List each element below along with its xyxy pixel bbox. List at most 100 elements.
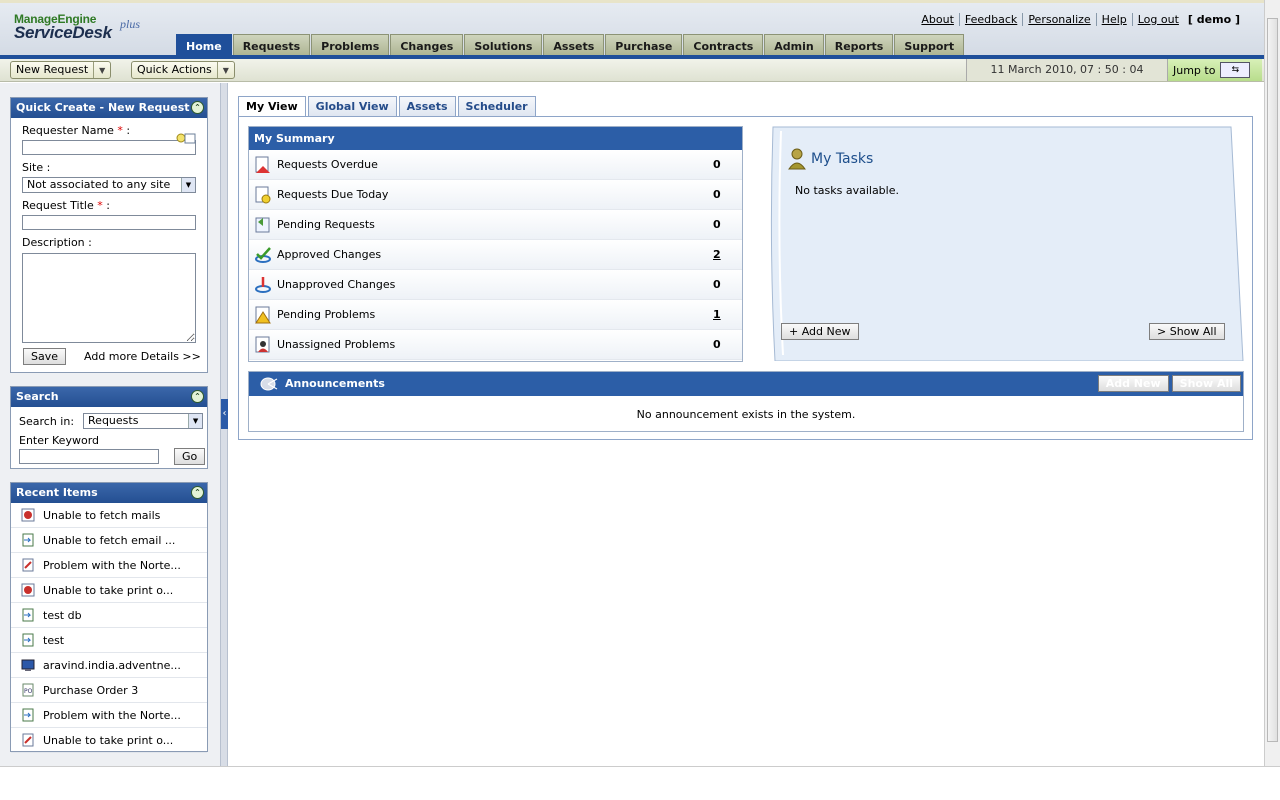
summary-row: Requests Overdue 0 [249, 150, 742, 180]
page: ManageEngine ServiceDesk plus About Feed… [0, 0, 1280, 800]
summary-row-label: Pending Requests [277, 218, 375, 231]
summary-row: Approved Changes 2 [249, 240, 742, 270]
logout-link[interactable]: Log out [1133, 13, 1184, 26]
feedback-link[interactable]: Feedback [960, 13, 1024, 26]
requester-name-input[interactable] [22, 140, 196, 155]
new-request-button[interactable]: New Request ▼ [10, 61, 112, 79]
save-button[interactable]: Save [23, 348, 67, 365]
my-tasks-panel: My Tasks No tasks available. + Add New >… [767, 125, 1245, 361]
site-select[interactable]: Not associated to any site ▼ [22, 177, 196, 193]
search-in-value: Requests [88, 414, 139, 427]
announcements-panel: Announcements Add New Show All No announ… [248, 371, 1244, 432]
summary-row-count[interactable]: 1 [713, 308, 721, 321]
change-icon [21, 733, 35, 747]
collapse-icon[interactable]: ⌃ [191, 486, 204, 499]
description-textarea[interactable] [22, 253, 196, 343]
keyword-row: Go [19, 448, 207, 465]
about-link[interactable]: About [916, 13, 960, 26]
summary-row-label: Requests Overdue [277, 158, 378, 171]
search-header: Search ⌃ [11, 387, 207, 407]
summary-row: Unassigned Problems 0 [249, 330, 742, 360]
summary-row-count: 0 [713, 188, 721, 201]
collapse-icon[interactable]: ⌃ [191, 101, 204, 114]
recent-item-label: Unable to take print o... [43, 733, 174, 747]
status-bar [0, 766, 1280, 800]
tasks-empty-message: No tasks available. [795, 184, 899, 197]
help-link[interactable]: Help [1097, 13, 1133, 26]
recent-item[interactable]: Unable to take print o... [11, 578, 207, 603]
summary-row-count: 0 [713, 158, 721, 171]
recent-item[interactable]: Problem with the Norte... [11, 703, 207, 728]
search-in-label: Search in: [19, 414, 75, 428]
recent-item[interactable]: Unable to fetch email ... [11, 528, 207, 553]
go-button[interactable]: Go [174, 448, 206, 465]
summary-row-count: 0 [713, 338, 721, 351]
jump-to-icon[interactable]: ⇆ [1220, 62, 1251, 78]
change-icon [21, 558, 35, 572]
tab-scheduler[interactable]: Scheduler [457, 96, 536, 116]
top-links: About Feedback Personalize Help Log out … [916, 13, 1240, 26]
show-all-announcements-button[interactable]: Show All [1171, 375, 1241, 392]
pending-request-icon [254, 216, 272, 234]
chevron-down-icon: ▼ [222, 65, 229, 75]
recent-item[interactable]: Unable to take print o... [11, 728, 207, 753]
quick-actions-button[interactable]: Quick Actions ▼ [131, 61, 235, 79]
sidebar-splitter[interactable]: ‹ [220, 83, 228, 766]
recent-item-label: test [43, 633, 65, 647]
request-title-input[interactable] [22, 215, 196, 230]
site-label: Site : [22, 161, 51, 174]
add-announcement-button[interactable]: Add New [1097, 375, 1169, 392]
jump-to[interactable]: Jump to ⇆ [1168, 59, 1262, 81]
show-all-tasks-button[interactable]: > Show All [1149, 323, 1225, 340]
search-in-select[interactable]: Requests ▼ [83, 413, 204, 429]
summary-row-count[interactable]: 2 [713, 248, 721, 261]
personalize-link[interactable]: Personalize [1023, 13, 1097, 26]
tab-global-view[interactable]: Global View [307, 96, 397, 116]
recent-item-label: Purchase Order 3 [43, 683, 139, 697]
logo-servicedesk: ServiceDesk [14, 23, 112, 42]
announcements-header: Announcements Add New Show All [249, 372, 1243, 396]
recent-item[interactable]: test db [11, 603, 207, 628]
recent-item[interactable]: test [11, 628, 207, 653]
recent-item[interactable]: PO Purchase Order 3 [11, 678, 207, 703]
announcements-title: Announcements [285, 377, 385, 390]
view-tabs: My View Global View Assets Scheduler [238, 96, 538, 116]
summary-row: Requests Due Today 0 [249, 180, 742, 210]
keyword-input[interactable] [19, 449, 159, 464]
add-more-details-link[interactable]: Add more Details >> [84, 350, 201, 363]
my-view-content: My Summary Requests Overdue 0 Requests Due… [238, 116, 1253, 440]
search-title: Search [16, 390, 59, 403]
summary-row: Unapproved Changes 0 [249, 270, 742, 300]
quick-create-panel: Quick Create - New Request ⌃ Requester N… [10, 97, 208, 373]
recent-item-label: Problem with the Norte... [43, 558, 181, 572]
announcement-actions: Add New Show All [1097, 375, 1241, 392]
recent-item[interactable]: Unable to fetch mails [11, 503, 207, 528]
recent-item-label: aravind.india.adventne... [43, 658, 181, 672]
summary-row-count: 0 [713, 218, 721, 231]
purchase-order-icon: PO [21, 683, 35, 697]
add-task-button[interactable]: + Add New [781, 323, 859, 340]
tab-my-view[interactable]: My View [238, 96, 306, 116]
request-icon [21, 533, 35, 547]
recent-item-label: Problem with the Norte... [43, 708, 181, 722]
collapse-sidebar-icon[interactable]: ‹ [221, 399, 228, 429]
problem-icon [21, 583, 35, 597]
keyword-label: Enter Keyword [19, 434, 100, 447]
approved-change-icon [254, 246, 272, 264]
recent-items-title: Recent Items [16, 486, 98, 499]
requester-lookup-icon[interactable] [176, 132, 196, 146]
description-label: Description : [22, 236, 92, 249]
recent-items-panel: Recent Items ⌃ Unable to fetch mails Unab… [10, 482, 208, 753]
tab-assets-view[interactable]: Assets [398, 96, 456, 116]
scrollbar-thumb[interactable] [1267, 18, 1278, 742]
request-title-label: Request Title * : [22, 199, 110, 212]
recent-item[interactable]: aravind.india.adventne... [11, 653, 207, 678]
collapse-icon[interactable]: ⌃ [191, 390, 204, 403]
chevron-down-icon: ▼ [188, 414, 203, 428]
summary-row-label: Pending Problems [277, 308, 376, 321]
page-scrollbar[interactable] [1264, 0, 1280, 766]
recent-item[interactable]: Problem with the Norte... [11, 553, 207, 578]
workstation-icon [21, 658, 35, 672]
pending-problem-icon [254, 306, 272, 324]
logo[interactable]: ManageEngine ServiceDesk [14, 12, 112, 43]
